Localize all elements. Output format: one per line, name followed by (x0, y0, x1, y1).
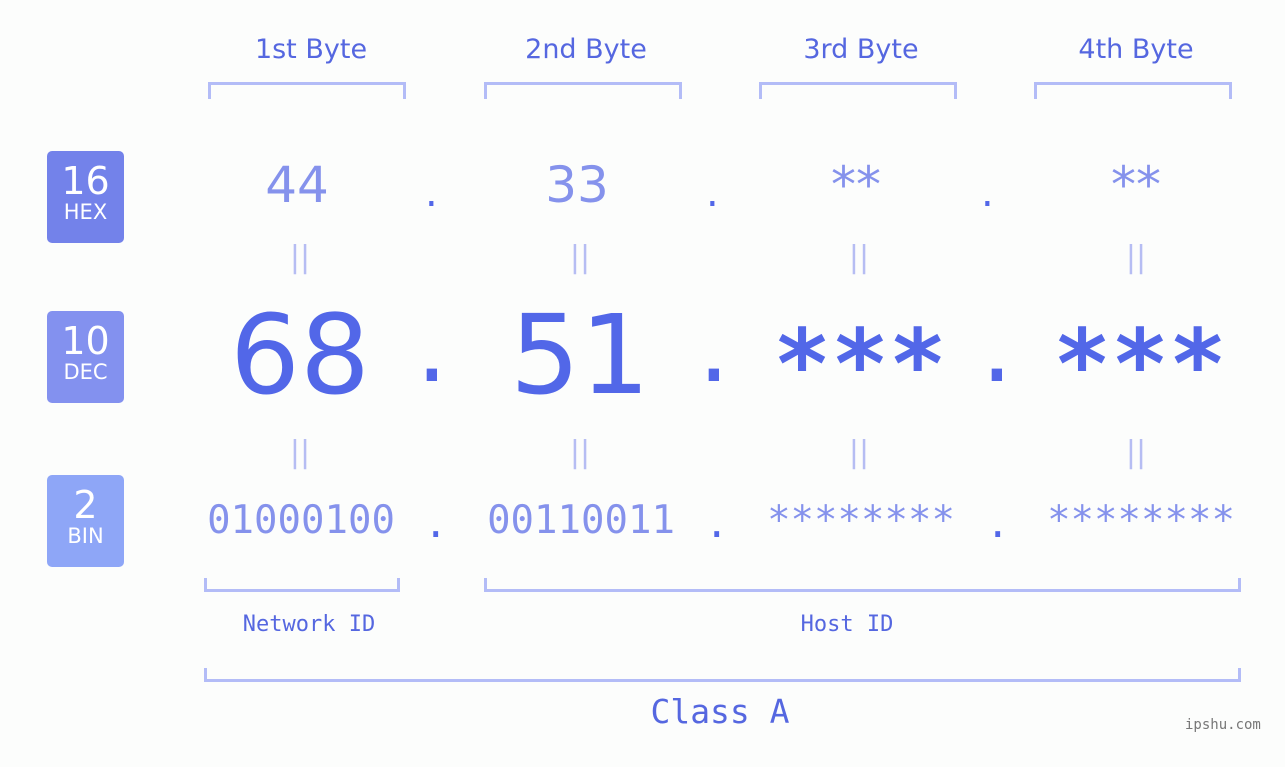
bin-byte-1: 01000100 (207, 498, 395, 543)
dec-byte-3: *** (773, 309, 947, 421)
bin-badge: 2 BIN (47, 475, 124, 567)
hex-separator-1: . (425, 170, 438, 216)
hex-byte-1: 44 (265, 156, 329, 214)
bin-badge-label: BIN (67, 524, 104, 548)
bin-separator-3: . (986, 502, 1010, 547)
dec-separator-2: . (698, 288, 730, 405)
byte-header-4: 4th Byte (1078, 34, 1194, 65)
byte-header-2: 2nd Byte (525, 34, 647, 65)
dec-badge-number: 10 (61, 319, 110, 363)
hex-separator-2: . (706, 170, 719, 216)
class-bracket (204, 668, 1241, 682)
watermark: ipshu.com (1185, 717, 1261, 733)
equals-hex-dec-4: || (1125, 240, 1147, 275)
byte-bracket-4 (1034, 82, 1232, 99)
equals-dec-bin-1: || (289, 435, 311, 470)
hex-badge-number: 16 (61, 159, 110, 203)
hex-byte-2: 33 (545, 156, 609, 214)
equals-dec-bin-4: || (1125, 435, 1147, 470)
bin-badge-number: 2 (73, 483, 98, 527)
host-id-bracket (484, 578, 1241, 592)
hex-badge-label: HEX (63, 200, 108, 224)
bin-byte-4: ******** (1047, 498, 1235, 543)
bin-separator-1: . (424, 502, 448, 547)
dec-byte-2: 51 (510, 291, 650, 419)
byte-header-3: 3rd Byte (803, 34, 919, 65)
equals-hex-dec-2: || (569, 240, 591, 275)
dec-separator-1: . (416, 288, 448, 405)
equals-dec-bin-2: || (569, 435, 591, 470)
dec-separator-3: . (981, 288, 1013, 405)
equals-hex-dec-1: || (289, 240, 311, 275)
byte-bracket-1 (208, 82, 406, 99)
dec-badge-label: DEC (63, 360, 108, 384)
byte-bracket-2 (484, 82, 682, 99)
equals-dec-bin-3: || (848, 435, 870, 470)
network-id-bracket (204, 578, 400, 592)
class-label: Class A (650, 692, 790, 731)
hex-byte-4: ** (1111, 156, 1161, 214)
equals-hex-dec-3: || (848, 240, 870, 275)
network-id-label: Network ID (242, 612, 376, 637)
hex-separator-3: . (981, 170, 994, 216)
byte-bracket-3 (759, 82, 957, 99)
dec-byte-4: *** (1053, 309, 1227, 421)
bin-byte-2: 00110011 (487, 498, 675, 543)
host-id-label: Host ID (800, 612, 894, 637)
bin-separator-2: . (705, 502, 729, 547)
hex-badge: 16 HEX (47, 151, 124, 243)
hex-byte-3: ** (831, 156, 881, 214)
dec-byte-1: 68 (230, 291, 370, 419)
byte-header-1: 1st Byte (254, 34, 368, 65)
bin-byte-3: ******** (767, 498, 955, 543)
dec-badge: 10 DEC (47, 311, 124, 403)
